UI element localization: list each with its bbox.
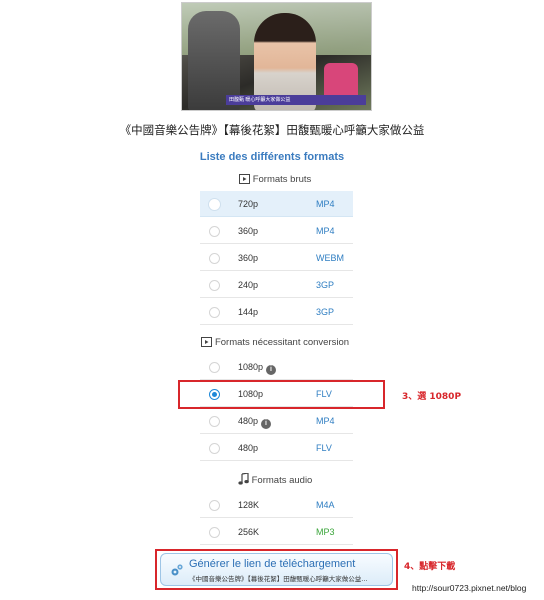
format-row[interactable]: 1080p i [200, 354, 353, 380]
section-audio-formats: Formats audio [180, 472, 370, 488]
format-type: 3GP [316, 280, 335, 290]
format-row[interactable]: 240p 3GP [200, 272, 353, 298]
section-raw-label: Formats bruts [252, 174, 312, 185]
generate-button-subtitle: 《中國音樂公告牌》【幕後花絮】田馥甄暖心呼籲大家做公益... [189, 575, 368, 583]
formats-heading: Liste des différents formats [199, 151, 345, 163]
resolution-text: 1080p [238, 362, 264, 372]
highlight-box-1080p [178, 380, 385, 409]
section-audio-label: Formats audio [251, 475, 313, 486]
format-type: MP3 [316, 527, 335, 537]
gear-icon [169, 562, 185, 578]
format-resolution: 1080p i [238, 362, 277, 375]
format-radio[interactable] [209, 199, 220, 210]
format-radio[interactable] [209, 500, 220, 511]
annotation-step3: 3、選 1080P [402, 392, 462, 402]
format-resolution: 480p [238, 443, 259, 453]
format-radio[interactable] [209, 226, 220, 237]
format-resolution: 128K [238, 500, 260, 510]
format-resolution: 256K [238, 527, 260, 537]
format-row[interactable]: 480p i MP4 [200, 408, 353, 434]
format-radio[interactable] [209, 362, 220, 373]
format-type: M4A [316, 500, 335, 510]
format-resolution: 720p [238, 199, 259, 209]
video-thumbnail: 田馥甄 暖心呼籲大家做公益 [181, 2, 372, 111]
format-row[interactable]: 360p WEBM [200, 245, 353, 271]
resolution-text: 480p [238, 416, 259, 426]
format-row[interactable]: 480p FLV [200, 435, 353, 461]
music-note-icon [238, 472, 249, 488]
generate-button-label: Générer le lien de téléchargement [189, 558, 356, 570]
video-title: 《中國音樂公告牌》【幕後花絮】田馥甄暖心呼籲大家做公益 [119, 123, 425, 137]
format-resolution: 480p i [238, 416, 272, 429]
format-row[interactable]: 128K M4A [200, 492, 353, 518]
format-type: WEBM [316, 253, 344, 263]
section-conversion-label: Formats nécessitant conversion [214, 337, 350, 348]
format-row[interactable]: 256K MP3 [200, 519, 353, 545]
section-raw-formats: Formats bruts [180, 174, 370, 187]
format-row[interactable]: 720p MP4 [200, 191, 353, 217]
format-radio[interactable] [209, 253, 220, 264]
format-resolution: 360p [238, 253, 259, 263]
format-type: 3GP [316, 307, 335, 317]
format-type: MP4 [316, 226, 335, 236]
format-resolution: 240p [238, 280, 259, 290]
section-conversion-formats: Formats nécessitant conversion [180, 337, 370, 350]
video-icon [238, 174, 250, 187]
format-resolution: 144p [238, 307, 259, 317]
blog-url: http://sour0723.pixnet.net/blog [412, 583, 527, 593]
format-row[interactable]: 360p MP4 [200, 218, 353, 244]
format-type: MP4 [316, 199, 335, 209]
format-radio[interactable] [209, 307, 220, 318]
annotation-step4: 4、點擊下載 [404, 562, 456, 572]
format-resolution: 360p [238, 226, 259, 236]
generate-download-link-button[interactable]: Générer le lien de téléchargement 《中國音樂公… [160, 553, 393, 586]
format-radio[interactable] [209, 443, 220, 454]
format-type: MP4 [316, 416, 335, 426]
format-radio[interactable] [209, 280, 220, 291]
format-radio[interactable] [209, 416, 220, 427]
format-radio[interactable] [209, 527, 220, 538]
info-icon[interactable]: i [261, 419, 272, 429]
thumbnail-caption: 田馥甄 暖心呼籲大家做公益 [226, 95, 366, 105]
video-icon [200, 337, 212, 350]
info-icon[interactable]: i [266, 365, 277, 375]
format-type: FLV [316, 443, 332, 453]
format-row[interactable]: 144p 3GP [200, 299, 353, 325]
